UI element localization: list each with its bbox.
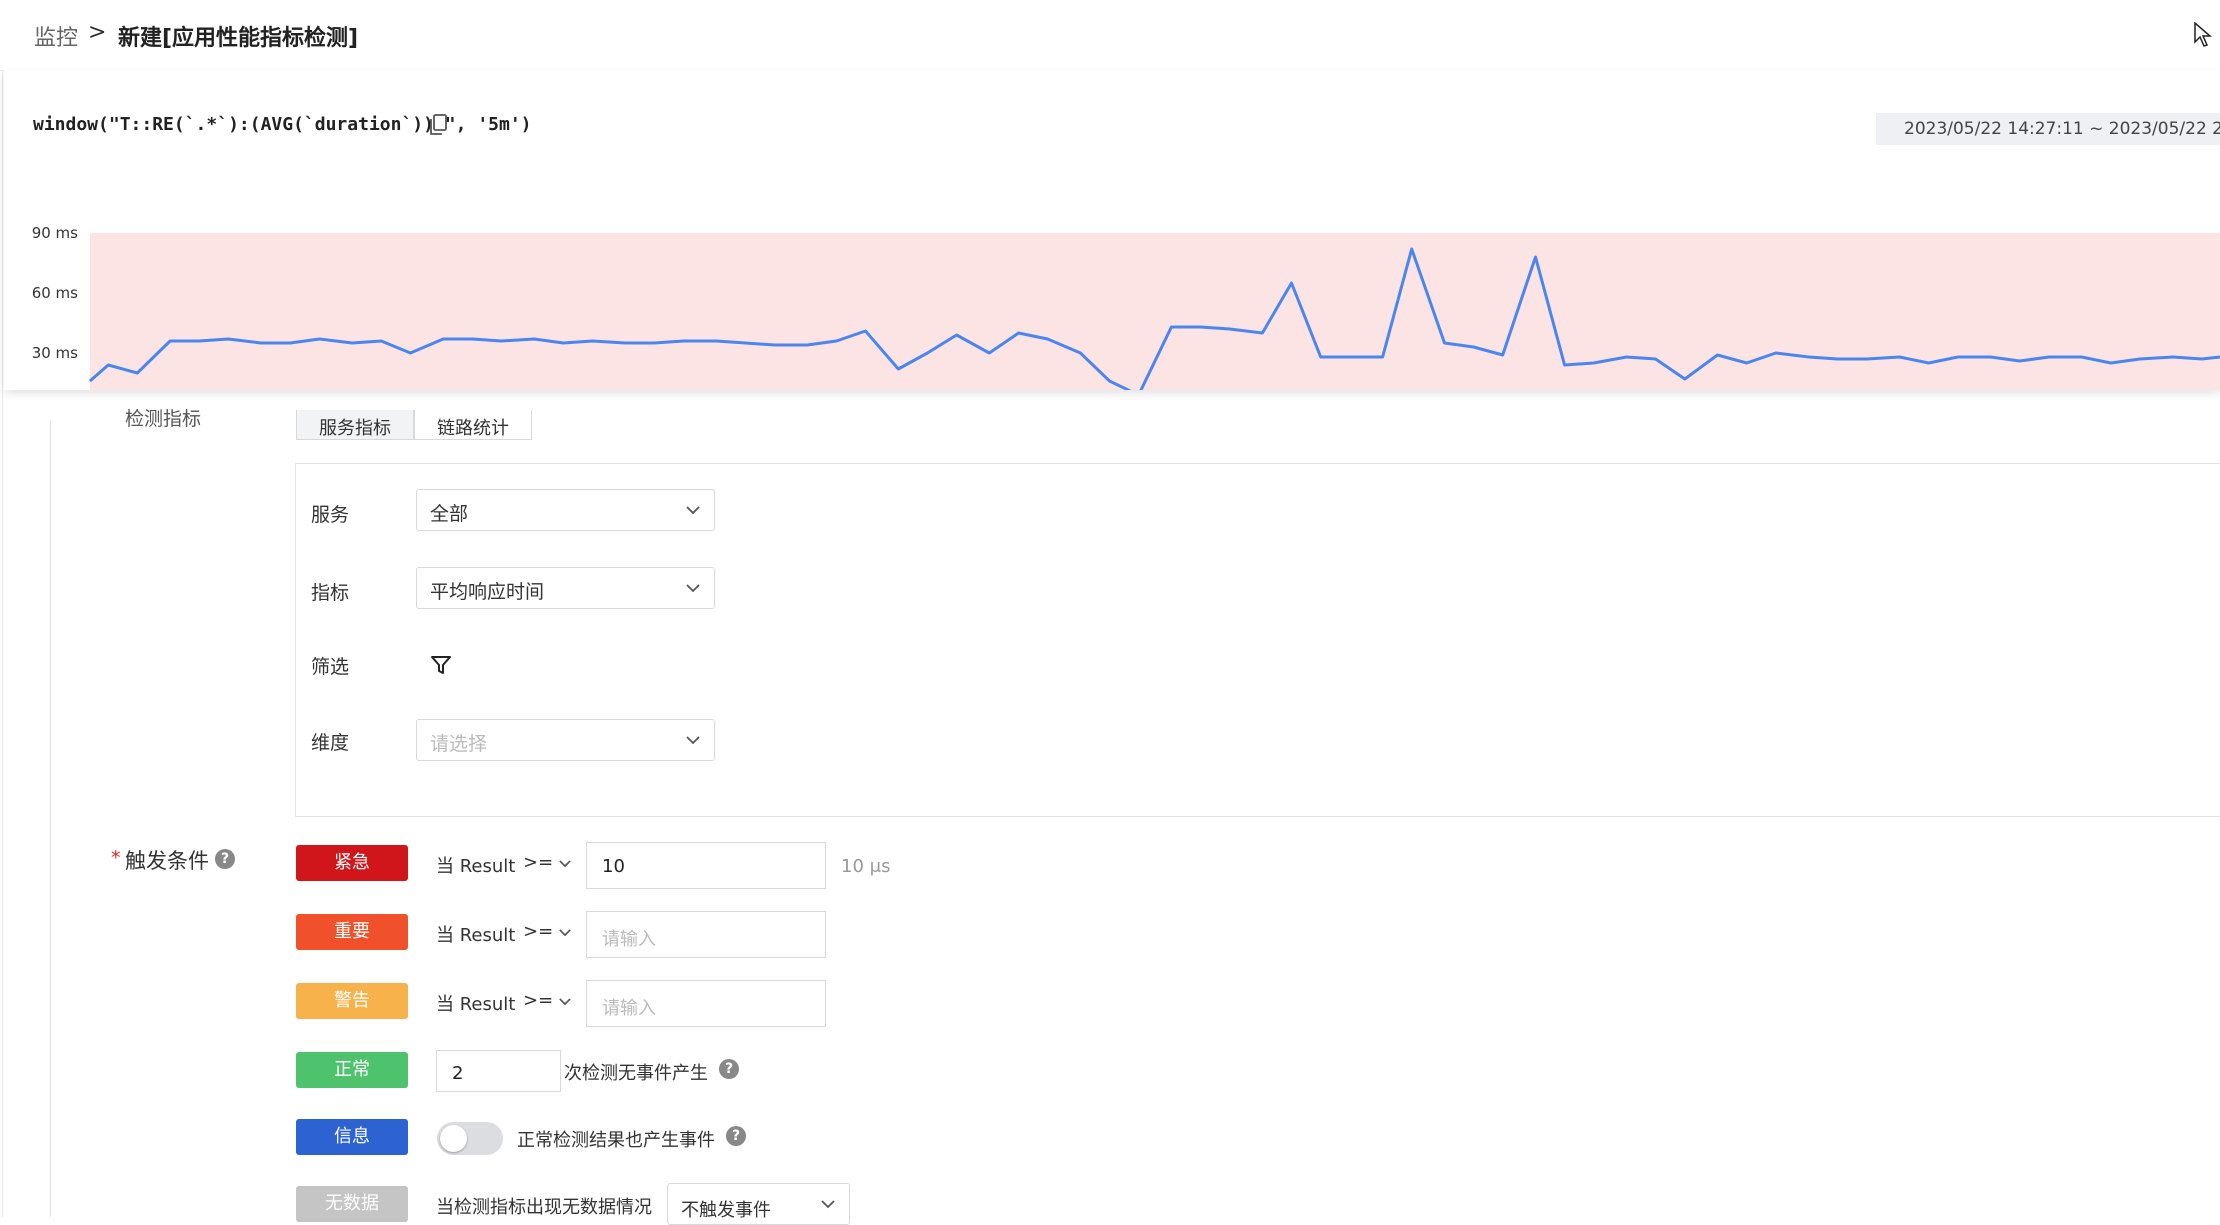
y-tick-label: 90 ms — [32, 224, 78, 242]
threshold-input-warning[interactable]: 请输入 — [586, 980, 826, 1027]
normal-count-input[interactable]: 2 — [436, 1050, 561, 1092]
toggle-knob — [440, 1125, 467, 1152]
nodata-option-select[interactable]: 不触发事件 — [667, 1183, 850, 1225]
query-expression: window("T::RE(`.*`):(AVG(`duration`)) ",… — [33, 114, 532, 135]
filter-label: 筛选 — [311, 652, 349, 679]
page-title: 新建[应用性能指标检测] — [118, 20, 358, 52]
service-select[interactable]: 全部 — [416, 489, 715, 531]
tab-trace-stats[interactable]: 链路统计 — [414, 410, 532, 440]
nodata-option-value: 不触发事件 — [681, 1200, 771, 1221]
operator-select[interactable]: >= — [523, 921, 571, 942]
breadcrumb-separator: > — [88, 20, 106, 45]
tab-service-metrics[interactable]: 服务指标 — [296, 410, 414, 440]
form-guide-line — [50, 420, 51, 1217]
chevron-down-icon — [821, 1199, 835, 1209]
metric-select[interactable]: 平均响应时间 — [416, 567, 715, 609]
required-mark: * — [111, 847, 121, 869]
condition-when-text: 当 Result — [436, 921, 515, 947]
operator-select[interactable]: >= — [523, 990, 571, 1011]
level-badge-info: 信息 — [296, 1119, 408, 1155]
normal-count-suffix: 次检测无事件产生 — [564, 1059, 708, 1085]
chevron-down-icon — [686, 583, 700, 593]
chevron-down-icon — [686, 505, 700, 515]
operator-value: >= — [523, 852, 553, 873]
mouse-cursor-icon — [2194, 22, 2212, 48]
info-event-toggle[interactable] — [437, 1122, 503, 1155]
threshold-input-critical[interactable]: 10 — [586, 842, 826, 889]
filter-icon[interactable] — [430, 654, 452, 676]
chevron-down-icon — [559, 859, 571, 868]
help-icon[interactable]: ? — [215, 849, 235, 869]
condition-when-text: 当 Result — [436, 990, 515, 1016]
chevron-down-icon — [559, 928, 571, 937]
nodata-text: 当检测指标出现无数据情况 — [436, 1193, 652, 1219]
chart-preview-panel: window("T::RE(`.*`):(AVG(`duration`)) ",… — [4, 70, 2220, 390]
level-badge-major: 重要 — [296, 914, 408, 950]
time-range-picker[interactable]: 2023/05/22 14:27:11 ~ 2023/05/22 20:27 — [1876, 113, 2220, 145]
dimension-label: 维度 — [311, 728, 349, 755]
metric-section-label: 检测指标 — [125, 404, 201, 431]
threshold-input-major[interactable]: 请输入 — [586, 911, 826, 958]
chevron-down-icon — [559, 997, 571, 1006]
level-badge-critical: 紧急 — [296, 845, 408, 881]
service-label: 服务 — [311, 500, 349, 527]
line-chart: 0 ns30 ms60 ms90 ms 15:0016:0017:0018:00… — [4, 150, 2220, 390]
service-value: 全部 — [430, 503, 468, 525]
trigger-label: 触发条件 — [125, 845, 209, 875]
operator-select[interactable]: >= — [523, 852, 571, 873]
copy-icon[interactable] — [428, 114, 448, 136]
level-badge-warning: 警告 — [296, 983, 408, 1019]
top-bar: 监控 > 新建[应用性能指标检测] — [0, 0, 2220, 71]
threshold-band — [90, 233, 2220, 390]
help-icon[interactable]: ? — [726, 1126, 746, 1146]
operator-value: >= — [523, 990, 553, 1011]
dimension-placeholder: 请选择 — [430, 733, 487, 755]
y-tick-label: 30 ms — [32, 344, 78, 362]
help-icon[interactable]: ? — [719, 1059, 739, 1079]
y-axis-ticks: 0 ns30 ms60 ms90 ms — [32, 224, 78, 390]
dimension-select[interactable]: 请选择 — [416, 719, 715, 761]
chevron-down-icon — [686, 735, 700, 745]
info-toggle-label: 正常检测结果也产生事件 — [517, 1126, 715, 1152]
operator-value: >= — [523, 921, 553, 942]
metric-label: 指标 — [311, 578, 349, 605]
y-tick-label: 60 ms — [32, 284, 78, 302]
metric-value: 平均响应时间 — [430, 581, 544, 603]
threshold-unit: 10 μs — [841, 856, 890, 877]
left-border — [2, 70, 3, 1217]
level-badge-normal: 正常 — [296, 1052, 408, 1088]
condition-when-text: 当 Result — [436, 852, 515, 878]
breadcrumb-root[interactable]: 监控 — [34, 20, 78, 52]
